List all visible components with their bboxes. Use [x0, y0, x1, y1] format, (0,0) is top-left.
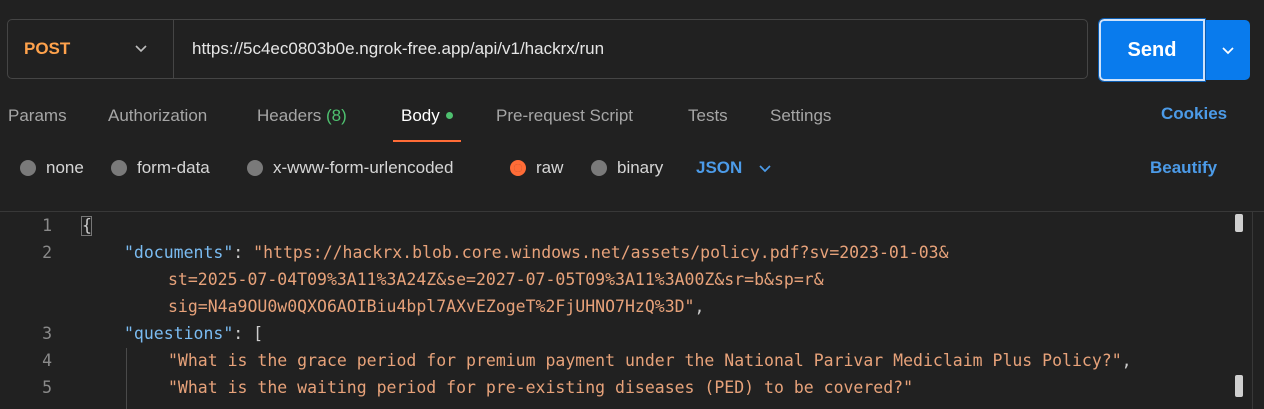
line-number: 5 [42, 378, 52, 397]
headers-count: (8) [326, 106, 347, 125]
radio-binary[interactable]: binary [591, 158, 663, 178]
tab-params[interactable]: Params [8, 103, 67, 129]
url-input[interactable]: https://5c4ec0803b0e.ngrok-free.app/api/… [174, 39, 604, 59]
code-line: { [82, 216, 92, 235]
code-line-wrapped: sig=N4a9OU0w0QXO6AOIBiu4bpl7AXvEZogeT%2F… [168, 297, 704, 316]
tab-pre-request-script[interactable]: Pre-request Script [496, 103, 633, 129]
radio-x-www-form-urlencoded[interactable]: x-www-form-urlencoded [247, 158, 453, 178]
code-line: "What is the waiting period for pre-exis… [168, 378, 913, 397]
radio-button[interactable] [20, 160, 36, 176]
line-number: 2 [42, 243, 52, 262]
radio-none[interactable]: none [20, 158, 84, 178]
radio-form-data[interactable]: form-data [111, 158, 210, 178]
chevron-down-icon [759, 165, 771, 173]
tab-body-label: Body [401, 106, 440, 125]
json-string: sig=N4a9OU0w0QXO6AOIBiu4bpl7AXvEZogeT%2F… [168, 297, 695, 316]
radio-button-selected[interactable] [510, 160, 526, 176]
code-line-wrapped: st=2025-07-04T09%3A11%3A24Z&se=2027-07-0… [168, 270, 824, 289]
code-editor[interactable]: 1 2 3 4 5 { "documents": "https://hackrx… [0, 212, 1264, 409]
radio-button[interactable] [591, 160, 607, 176]
method-label: POST [24, 39, 71, 58]
url-bar: POST https://5c4ec0803b0e.ngrok-free.app… [7, 19, 1088, 79]
chevron-down-icon [135, 45, 147, 53]
method-select[interactable]: POST [8, 20, 174, 78]
json-comma: , [694, 297, 705, 316]
scrollbar-thumb[interactable] [1235, 214, 1243, 232]
scrollbar-thumb[interactable] [1235, 375, 1243, 397]
json-separator: : [233, 243, 254, 262]
radio-label: none [46, 158, 84, 177]
scrollbar-track[interactable] [1252, 212, 1253, 409]
tab-settings[interactable]: Settings [770, 103, 831, 129]
beautify-button[interactable]: Beautify [1150, 158, 1217, 178]
code-line: "What is the grace period for premium pa… [168, 351, 1132, 370]
json-separator: : [ [233, 324, 264, 343]
tab-tests[interactable]: Tests [688, 103, 728, 129]
send-button[interactable]: Send [1098, 18, 1206, 82]
radio-label: raw [536, 158, 564, 177]
radio-label: binary [617, 158, 664, 177]
code-line: "documents": "https://hackrx.blob.core.w… [124, 243, 949, 262]
language-select[interactable]: JSON [696, 158, 772, 178]
tab-headers[interactable]: Headers (8) [257, 103, 347, 129]
line-number: 1 [42, 216, 52, 235]
json-key: "questions" [124, 324, 234, 343]
indent-guide [126, 348, 127, 409]
radio-button[interactable] [111, 160, 127, 176]
body-modified-dot [445, 112, 453, 119]
tab-body[interactable]: Body [401, 103, 453, 129]
radio-label: x-www-form-urlencoded [273, 158, 454, 177]
radio-label: form-data [137, 158, 210, 177]
tab-headers-label: Headers [257, 106, 322, 125]
tab-authorization[interactable]: Authorization [108, 103, 207, 129]
json-string: "What is the grace period for premium pa… [168, 351, 1122, 370]
json-string: "https://hackrx.blob.core.windows.net/as… [253, 243, 949, 262]
json-comma: , [1121, 351, 1132, 370]
language-label: JSON [696, 158, 743, 177]
chevron-down-icon [1222, 47, 1234, 55]
active-tab-underline [393, 140, 461, 142]
line-number: 3 [42, 324, 52, 343]
send-options-button[interactable] [1206, 20, 1250, 80]
json-key: "documents" [124, 243, 234, 262]
radio-button[interactable] [247, 160, 263, 176]
line-number: 4 [42, 351, 52, 370]
json-string: "What is the waiting period for pre-exis… [168, 378, 914, 397]
cookies-link[interactable]: Cookies [1161, 104, 1227, 124]
code-line: "questions": [ [124, 324, 263, 343]
radio-raw[interactable]: raw [510, 158, 563, 178]
